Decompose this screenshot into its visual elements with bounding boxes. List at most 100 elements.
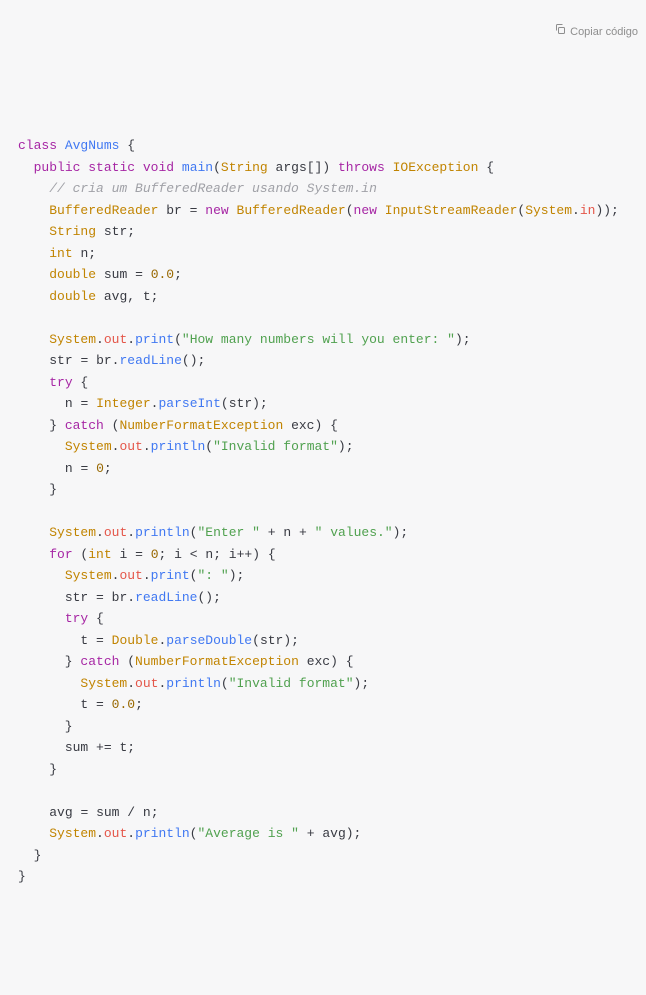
- kw-class: class: [18, 138, 57, 153]
- var-br3: br: [112, 590, 128, 605]
- op-plus: +: [268, 525, 276, 540]
- field-out3: out: [104, 525, 127, 540]
- fn-parseint: parseInt: [158, 396, 220, 411]
- fn-println: println: [151, 439, 206, 454]
- str-howmany: "How many numbers will you enter: ": [182, 332, 455, 347]
- field-out: out: [104, 332, 127, 347]
- sys6: System: [80, 676, 127, 691]
- kw-new2: new: [354, 203, 377, 218]
- var-str3: str: [229, 396, 252, 411]
- kw-void: void: [143, 160, 174, 175]
- var-sum: sum: [104, 267, 127, 282]
- kw-new: new: [205, 203, 228, 218]
- var-n2: n: [65, 396, 73, 411]
- sys: System: [525, 203, 572, 218]
- op-plus3: +: [307, 826, 315, 841]
- var-exc: exc: [291, 418, 314, 433]
- op-eq5: =: [80, 461, 88, 476]
- kw-catch: catch: [65, 418, 104, 433]
- type-integer: Integer: [96, 396, 151, 411]
- type-br2: BufferedReader: [237, 203, 346, 218]
- param-args: args[]: [276, 160, 323, 175]
- var-br2: br: [96, 353, 112, 368]
- var-str: str: [104, 224, 127, 239]
- var-avg: avg: [104, 289, 127, 304]
- op-eq10: =: [80, 805, 88, 820]
- op-inc: ++: [237, 547, 253, 562]
- op-eq7: =: [96, 590, 104, 605]
- var-sum3: sum: [96, 805, 119, 820]
- sys4: System: [49, 525, 96, 540]
- var-t4: t: [119, 740, 127, 755]
- field-out4: out: [119, 568, 142, 583]
- sys5: System: [65, 568, 112, 583]
- var-n: n: [80, 246, 88, 261]
- var-avg3: avg: [322, 826, 345, 841]
- fn-print: print: [135, 332, 174, 347]
- fn-println4: println: [135, 826, 190, 841]
- var-sum2: sum: [65, 740, 88, 755]
- copy-code-button[interactable]: Copiar código: [542, 0, 638, 65]
- sys3: System: [65, 439, 112, 454]
- field-in: in: [580, 203, 596, 218]
- fn-readline: readLine: [119, 353, 181, 368]
- type-doublew: Double: [112, 633, 159, 648]
- str-enter: "Enter ": [197, 525, 259, 540]
- field-out6: out: [104, 826, 127, 841]
- fn-readline2: readLine: [135, 590, 197, 605]
- var-exc2: exc: [307, 654, 330, 669]
- var-t3: t: [80, 697, 88, 712]
- num-02: 0: [151, 547, 159, 562]
- type-nfe2: NumberFormatException: [135, 654, 299, 669]
- op-lt: <: [190, 547, 198, 562]
- op-eq2: =: [135, 267, 143, 282]
- type-double: double: [49, 267, 96, 282]
- fn-print2: print: [151, 568, 190, 583]
- ex-ioexception: IOException: [393, 160, 479, 175]
- var-str4: str: [65, 590, 88, 605]
- kw-public: public: [34, 160, 81, 175]
- op-plus2: +: [299, 525, 307, 540]
- num-0: 0: [96, 461, 104, 476]
- var-n6: n: [143, 805, 151, 820]
- var-str2: str: [49, 353, 72, 368]
- str-values: " values.": [315, 525, 393, 540]
- op-eq9: =: [96, 697, 104, 712]
- op-pluseq: +=: [96, 740, 112, 755]
- type-int: int: [49, 246, 72, 261]
- type-nfe: NumberFormatException: [119, 418, 283, 433]
- type-br: BufferedReader: [49, 203, 158, 218]
- type-string: String: [221, 160, 268, 175]
- kw-try: try: [49, 375, 72, 390]
- kw-for: for: [49, 547, 72, 562]
- fn-println3: println: [166, 676, 221, 691]
- op-eq6: =: [135, 547, 143, 562]
- fn-main: main: [182, 160, 213, 175]
- kw-try2: try: [65, 611, 88, 626]
- var-avg2: avg: [49, 805, 72, 820]
- field-out5: out: [135, 676, 158, 691]
- class-name: AvgNums: [65, 138, 120, 153]
- var-i2: i: [174, 547, 182, 562]
- sys2: System: [49, 332, 96, 347]
- var-str5: str: [260, 633, 283, 648]
- op-eq8: =: [96, 633, 104, 648]
- var-i3: i: [229, 547, 237, 562]
- code-block: class AvgNums { public static void main(…: [18, 135, 632, 888]
- var-t: t: [143, 289, 151, 304]
- num-0d2: 0.0: [112, 697, 135, 712]
- op-eq: =: [190, 203, 198, 218]
- type-int2: int: [88, 547, 111, 562]
- var-i: i: [119, 547, 127, 562]
- copy-icon: [542, 0, 566, 65]
- num-0d: 0.0: [151, 267, 174, 282]
- kw-static: static: [88, 160, 135, 175]
- fn-println2: println: [135, 525, 190, 540]
- type-double2: double: [49, 289, 96, 304]
- kw-catch2: catch: [80, 654, 119, 669]
- sys7: System: [49, 826, 96, 841]
- type-string2: String: [49, 224, 96, 239]
- str-avg: "Average is ": [197, 826, 298, 841]
- copy-label: Copiar código: [570, 22, 638, 44]
- fn-parsedouble: parseDouble: [166, 633, 252, 648]
